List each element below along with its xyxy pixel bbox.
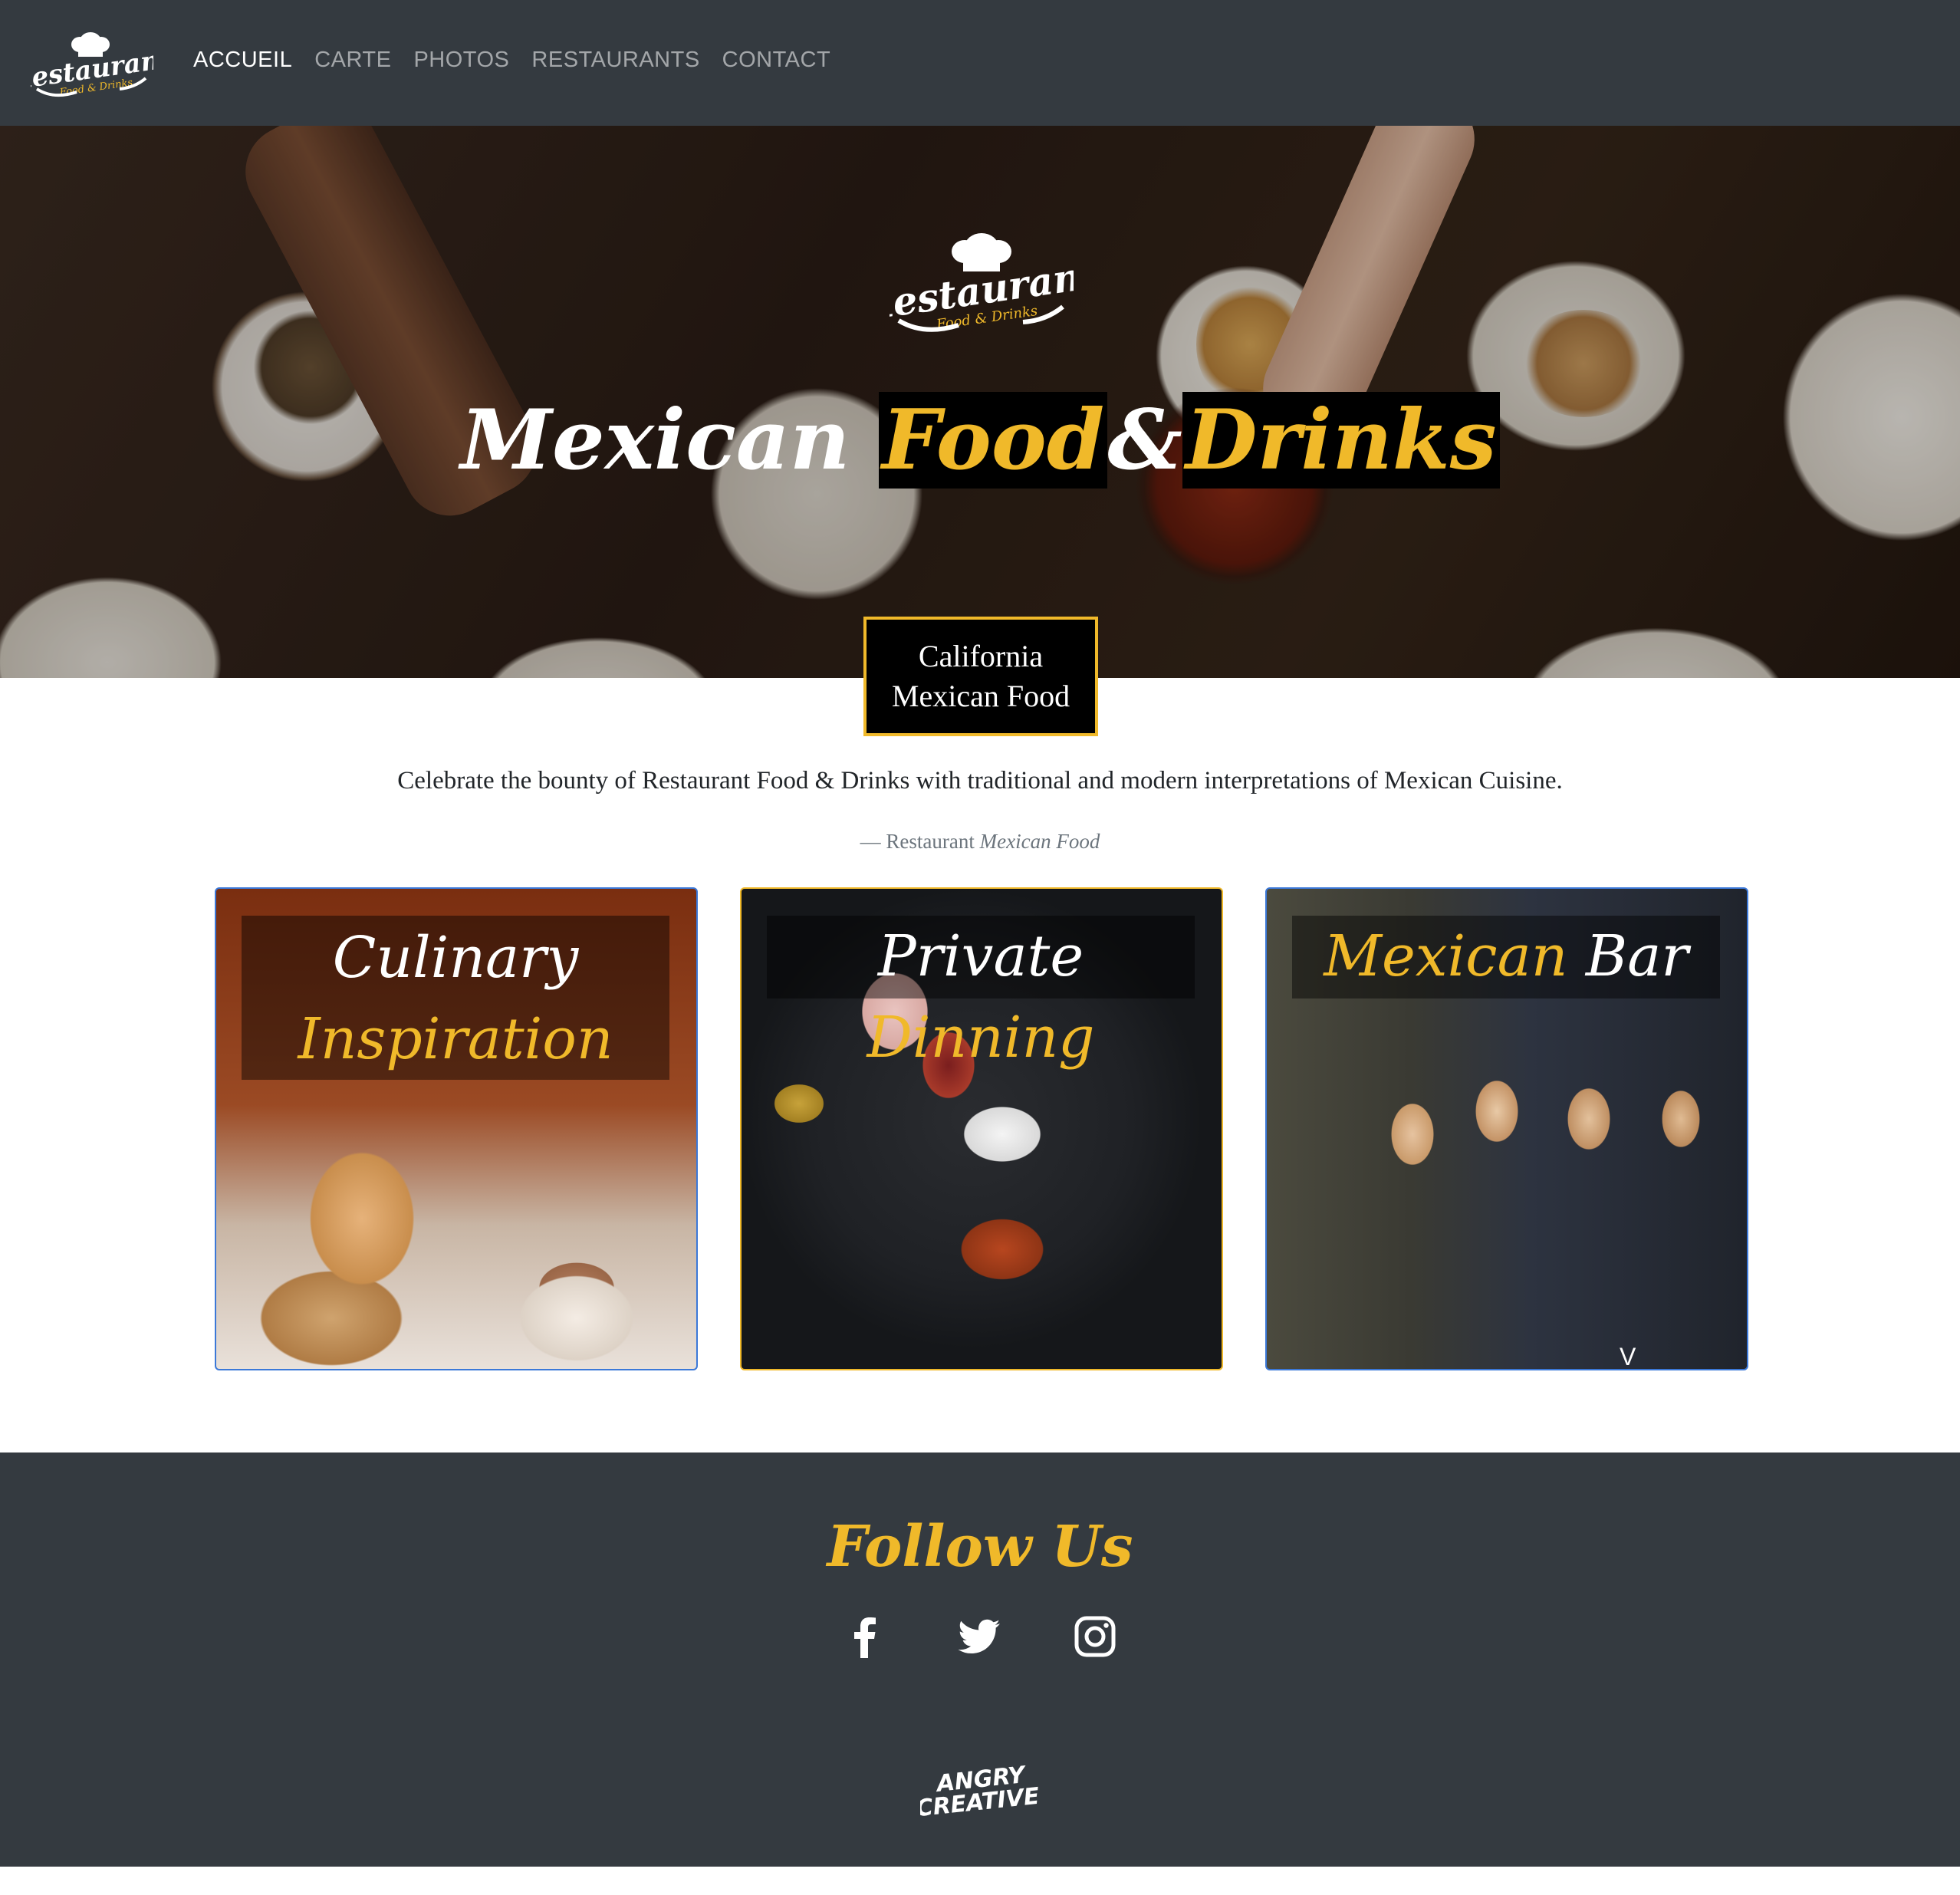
nav-link-photos[interactable]: PHOTOS (413, 48, 509, 73)
card-title-line: Culinary (332, 925, 579, 991)
card-mexican-bar[interactable]: Mexican Bar V (1265, 887, 1748, 1370)
footer: Follow Us ANGRY CREATIVE (0, 1453, 1960, 1867)
angry-creative-logo[interactable]: ANGRY CREATIVE (920, 1759, 1040, 1821)
card-title: Culinary Inspiration (242, 916, 669, 1080)
facebook-icon[interactable] (842, 1614, 888, 1660)
hero-banner: Restaurant Food & Drinks Mexican Food&Dr… (0, 126, 1960, 678)
attribution-emphasis: Mexican Food (979, 830, 1100, 853)
badge-line: Mexican Food (891, 679, 1070, 713)
card-title: Mexican Bar (1292, 916, 1720, 998)
restaurant-logo[interactable]: Restaurant Food & Drinks (31, 23, 153, 100)
instagram-icon[interactable] (1072, 1614, 1118, 1660)
attribution-prefix: — Restaurant (860, 830, 975, 853)
hero-title: Mexican Food&Drinks (0, 387, 1960, 494)
hero-title-ampersand: & (1107, 392, 1182, 489)
nav-link-accueil[interactable]: ACCUEIL (193, 48, 292, 73)
card-title: Private Dinning (767, 916, 1195, 1071)
twitter-icon[interactable] (957, 1614, 1003, 1660)
hero-restaurant-logo: Restaurant Food & Drinks (890, 233, 1074, 333)
follow-us-heading: Follow Us (827, 1514, 1133, 1580)
tagline: Celebrate the bounty of Restaurant Food … (397, 767, 1563, 795)
card-title-word: Mexican (1324, 923, 1568, 989)
badge-line: California (918, 639, 1044, 673)
chevron-down-icon[interactable]: V (1620, 1343, 1636, 1369)
main-nav: ACCUEIL CARTE PHOTOS RESTAURANTS CONTACT (193, 48, 830, 73)
social-links (0, 1614, 1960, 1660)
card-title-word: Private (877, 923, 1084, 989)
nav-link-restaurants[interactable]: RESTAURANTS (531, 48, 699, 73)
california-badge: California Mexican Food (863, 617, 1098, 736)
attribution: — Restaurant Mexican Food (0, 830, 1960, 854)
hero-title-highlight: Food (878, 392, 1108, 489)
card-private-dinning[interactable]: Private Dinning (740, 887, 1223, 1370)
card-culinary-inspiration[interactable]: Culinary Inspiration (215, 887, 698, 1370)
card-title-word: Bar (1585, 923, 1689, 989)
nav-link-carte[interactable]: CARTE (314, 48, 391, 73)
card-title-line: Inspiration (298, 1006, 613, 1072)
card-title-word: Dinning (867, 1005, 1095, 1071)
nav-link-contact[interactable]: CONTACT (722, 48, 831, 73)
hero-title-highlight: Drinks (1182, 392, 1500, 489)
hero-title-word: Mexican (460, 392, 850, 489)
navbar: Restaurant Food & Drinks ACCUEIL CARTE P… (0, 0, 1960, 126)
